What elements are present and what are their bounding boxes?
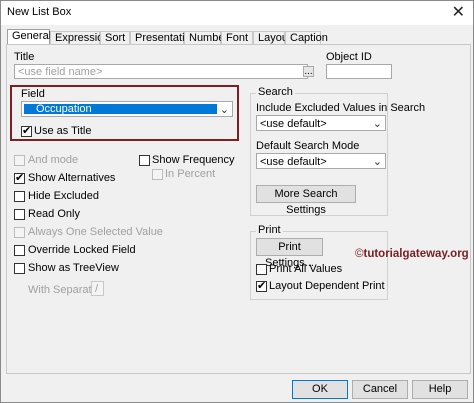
print-all-values-label: Print All Values — [269, 263, 343, 275]
and-mode-checkbox[interactable] — [14, 155, 25, 166]
default-search-mode-value: <use default> — [260, 156, 327, 168]
show-as-treeview-label: Show as TreeView — [28, 262, 119, 274]
watermark-text: tutorialgateway.org — [363, 248, 469, 260]
close-icon[interactable]: ✕ — [452, 2, 465, 22]
print-settings-button[interactable]: Print Settings... — [256, 238, 323, 269]
layout-dependent-print-checkbox[interactable]: ✔ — [256, 280, 267, 292]
search-group-label: Search — [256, 86, 295, 98]
use-as-title-checkbox[interactable]: ✔ — [21, 125, 32, 137]
check-icon: ✔ — [15, 172, 25, 184]
title-input[interactable]: <use field name> — [14, 64, 308, 79]
tab-number[interactable]: Number — [184, 31, 228, 45]
new-list-box-dialog: New List Box ✕ General Expressions Sort … — [0, 0, 474, 403]
override-locked-field-label: Override Locked Field — [28, 244, 136, 256]
print-all-values-checkbox[interactable] — [256, 264, 267, 275]
read-only-label: Read Only — [28, 208, 80, 220]
title-bar: New List Box ✕ — [1, 1, 473, 25]
chevron-down-icon: ⌄ — [372, 156, 382, 168]
tab-font[interactable]: Font — [221, 31, 253, 45]
override-locked-field-checkbox[interactable] — [14, 245, 25, 256]
field-label: Field — [21, 88, 45, 100]
object-id-label: Object ID — [326, 51, 372, 63]
and-mode-label: And mode — [28, 154, 79, 166]
in-percent-checkbox[interactable] — [152, 169, 163, 180]
more-search-settings-button[interactable]: More Search Settings — [256, 185, 356, 216]
separator-input[interactable]: / — [91, 281, 104, 296]
layout-dependent-print-label: Layout Dependent Print — [269, 280, 385, 292]
separator-value: / — [95, 283, 99, 295]
window-title: New List Box — [7, 6, 72, 18]
show-alternatives-label: Show Alternatives — [28, 172, 116, 184]
watermark: ©tutorialgateway.org — [355, 248, 469, 260]
title-expression-button[interactable]: ... — [303, 66, 314, 77]
default-search-mode-select[interactable]: <use default> ⌄ — [256, 153, 386, 169]
show-as-treeview-checkbox[interactable] — [14, 263, 25, 274]
ok-button[interactable]: OK — [292, 380, 348, 399]
include-excluded-value: <use default> — [260, 118, 327, 130]
hide-excluded-label: Hide Excluded — [28, 190, 99, 202]
check-icon: ✔ — [22, 125, 32, 137]
always-one-selected-checkbox[interactable] — [14, 227, 25, 238]
chevron-down-icon: ⌄ — [372, 118, 382, 130]
include-excluded-label: Include Excluded Values in Search — [256, 102, 426, 114]
title-placeholder: <use field name> — [18, 66, 103, 78]
use-as-title-label: Use as Title — [34, 125, 92, 137]
tab-expressions[interactable]: Expressions — [50, 31, 115, 45]
tab-sort[interactable]: Sort — [100, 31, 130, 45]
object-id-input[interactable] — [326, 64, 392, 79]
tab-caption[interactable]: Caption — [285, 31, 328, 45]
always-one-selected-label: Always One Selected Value — [28, 226, 163, 238]
general-panel: Title <use field name> ... Object ID Fie… — [6, 44, 471, 374]
check-icon: ✔ — [257, 280, 267, 292]
field-value: Occupation — [36, 103, 92, 115]
tab-presentation[interactable]: Presentation — [130, 31, 197, 45]
show-frequency-checkbox[interactable] — [139, 155, 150, 166]
title-label: Title — [14, 51, 35, 63]
default-search-mode-label: Default Search Mode — [256, 140, 360, 152]
include-excluded-select[interactable]: <use default> ⌄ — [256, 115, 386, 131]
read-only-checkbox[interactable] — [14, 209, 25, 220]
in-percent-label: In Percent — [165, 168, 216, 180]
field-select[interactable]: Occupation ⌄ — [21, 101, 233, 117]
tab-general[interactable]: General — [7, 29, 51, 45]
print-group-label: Print — [256, 224, 283, 236]
cancel-button[interactable]: Cancel — [352, 380, 408, 399]
hide-excluded-checkbox[interactable] — [14, 191, 25, 202]
tab-layout[interactable]: Layout — [253, 31, 291, 45]
show-alternatives-checkbox[interactable]: ✔ — [14, 172, 25, 184]
chevron-down-icon: ⌄ — [219, 104, 229, 116]
show-frequency-label: Show Frequency — [152, 154, 235, 166]
help-button[interactable]: Help — [412, 380, 468, 399]
